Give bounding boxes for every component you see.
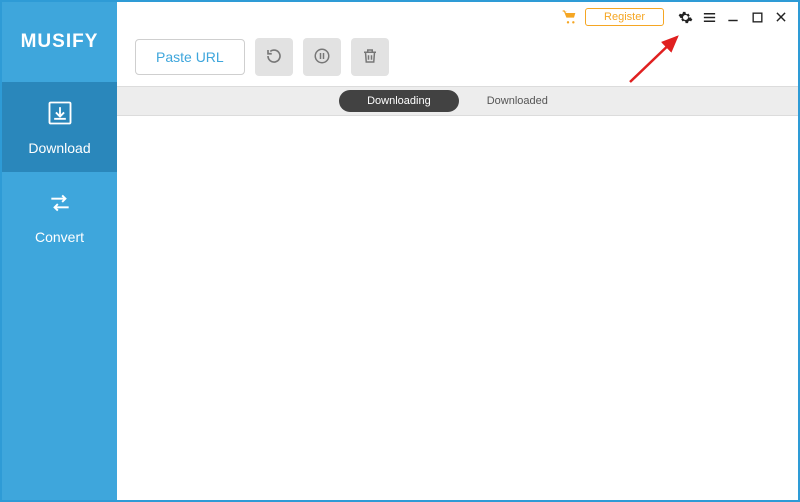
maximize-icon[interactable]	[748, 8, 766, 26]
convert-icon	[47, 190, 73, 219]
delete-button[interactable]	[351, 38, 389, 76]
register-button[interactable]: Register	[585, 8, 664, 26]
gear-icon[interactable]	[676, 8, 694, 26]
content-area	[117, 116, 798, 500]
pause-icon	[313, 47, 331, 68]
tab-downloading[interactable]: Downloading	[339, 90, 459, 112]
download-icon	[46, 99, 74, 130]
minimize-icon[interactable]	[724, 8, 742, 26]
tabs-bar: Downloading Downloaded	[117, 86, 798, 116]
tab-downloaded[interactable]: Downloaded	[459, 90, 576, 112]
app-window: MUSIFY Download Con	[0, 0, 800, 502]
trash-icon	[361, 47, 379, 68]
close-icon[interactable]	[772, 8, 790, 26]
main-area: Register	[117, 2, 798, 500]
sidebar-item-download[interactable]: Download	[2, 82, 117, 172]
paste-url-button[interactable]: Paste URL	[135, 39, 245, 75]
menu-icon[interactable]	[700, 8, 718, 26]
retry-icon	[265, 47, 283, 68]
app-logo: MUSIFY	[2, 2, 117, 82]
sidebar: MUSIFY Download Con	[2, 2, 117, 500]
pause-button[interactable]	[303, 38, 341, 76]
retry-button[interactable]	[255, 38, 293, 76]
sidebar-item-label: Convert	[35, 229, 84, 245]
cart-icon[interactable]	[561, 9, 579, 25]
titlebar: Register	[117, 2, 798, 28]
toolbar: Paste URL	[117, 28, 798, 86]
sidebar-item-label: Download	[28, 140, 90, 156]
sidebar-item-convert[interactable]: Convert	[2, 172, 117, 262]
